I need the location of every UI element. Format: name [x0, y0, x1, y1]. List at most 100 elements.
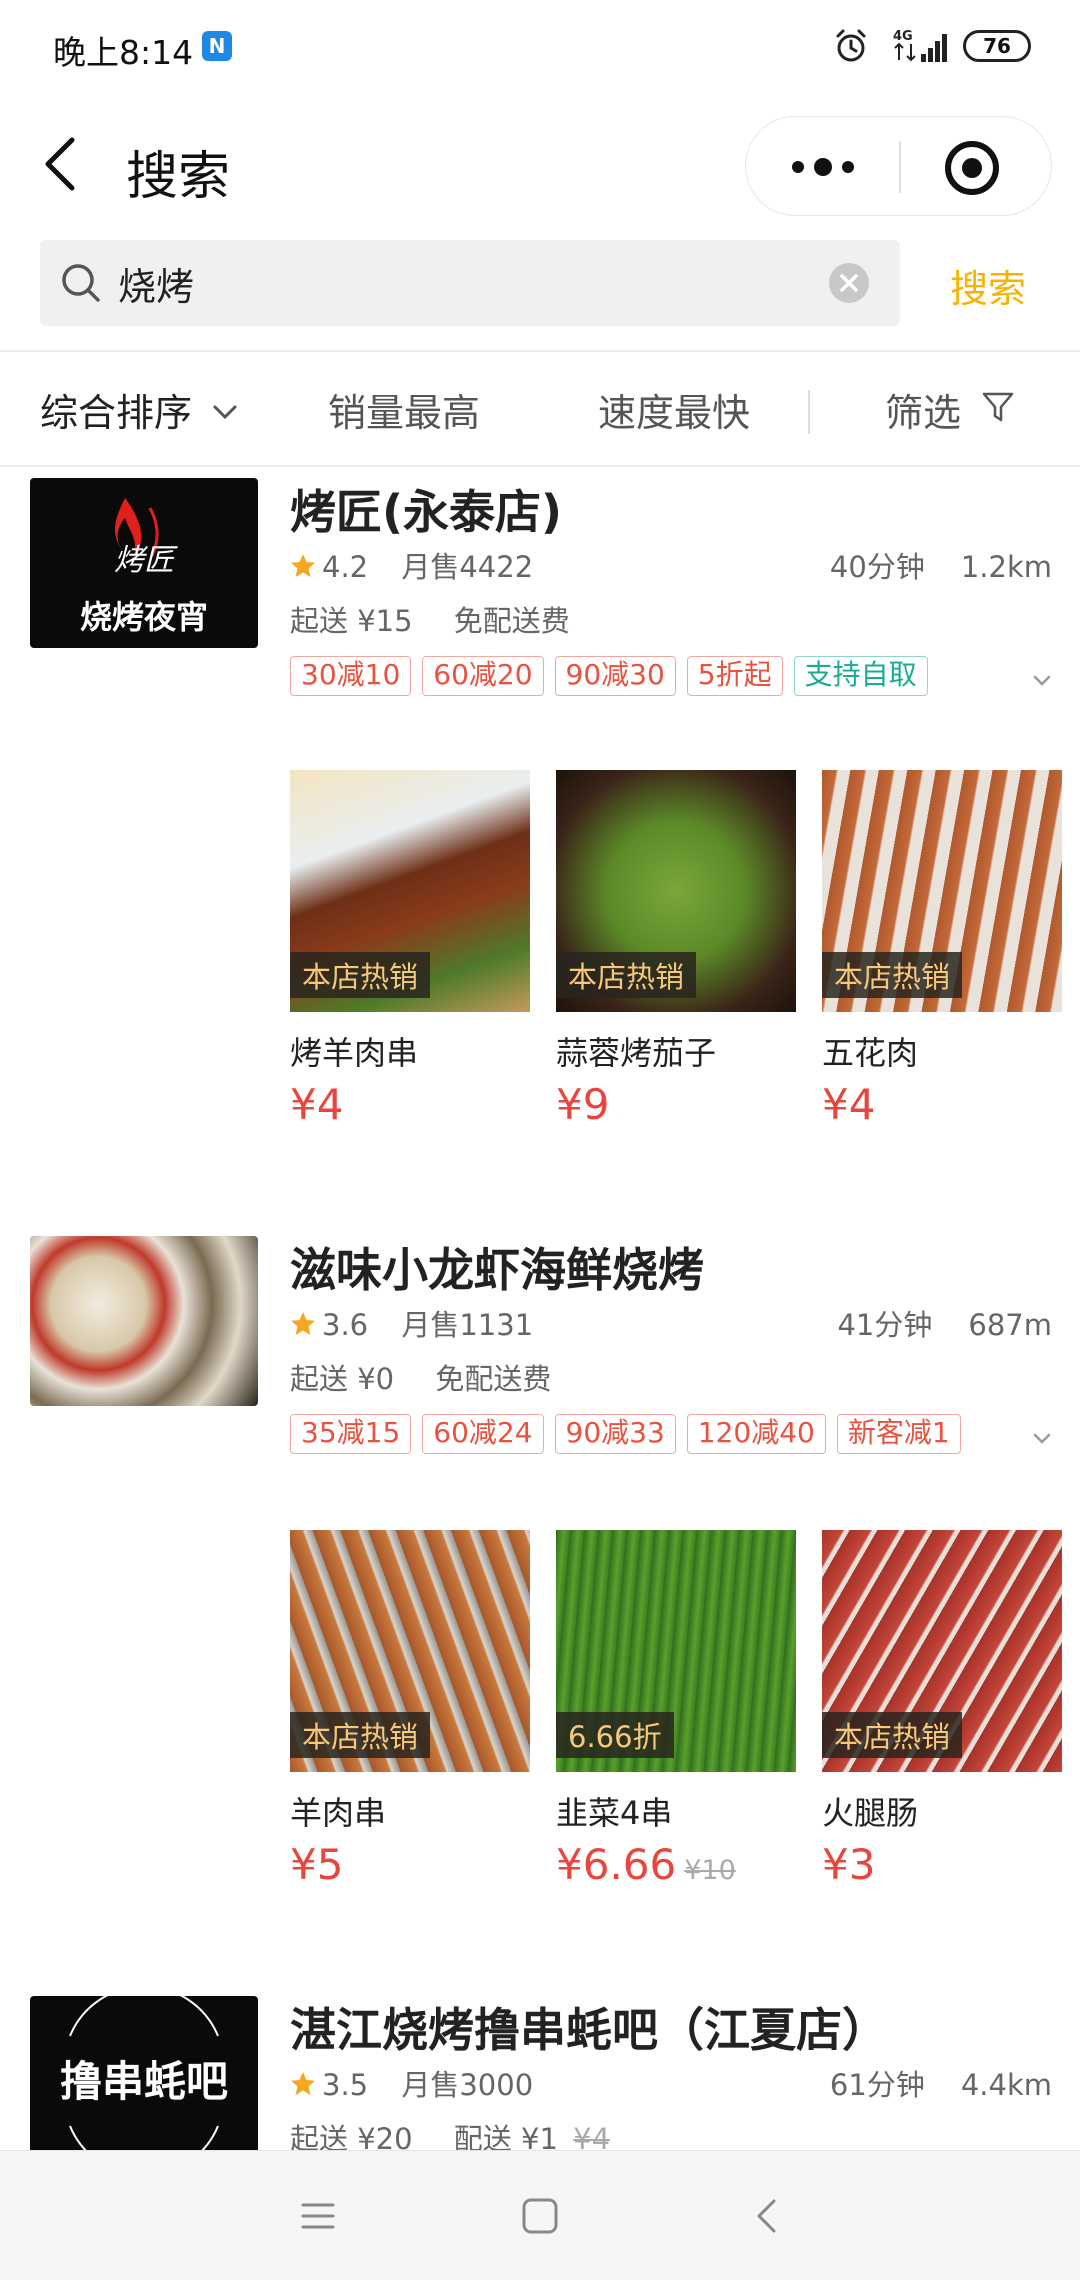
sort-sales[interactable]: 销量最高: [328, 382, 480, 437]
star-icon: [291, 1312, 315, 1335]
dish-price: ¥3: [822, 1840, 876, 1889]
monthly-sales: 月售3000: [401, 2068, 534, 2102]
original-price: ¥10: [684, 1855, 736, 1886]
dish-name: 火腿肠: [822, 1794, 919, 1832]
target-icon: [945, 141, 999, 195]
home-icon[interactable]: [517, 2193, 563, 2239]
store-stats: 3.5 月售3000 61分钟 4.4km: [290, 2062, 1052, 2104]
dish-list: 本店热销 烤羊肉串 ¥4 本店热销 蒜蓉烤茄子 ¥9 本店热销 五花肉 ¥4: [290, 770, 1062, 1140]
store-card[interactable]: 滋味小龙虾海鲜烧烤 3.6 月售1131 41分钟 687m 起送 ¥0 免配送费…: [0, 1230, 1080, 1950]
promo-tag: 90减33: [554, 1414, 676, 1454]
promo-tag: 5折起: [686, 656, 783, 696]
signal-icon: 4G: [893, 29, 947, 62]
status-time: 晚上8:14: [53, 33, 194, 72]
alarm-icon: [836, 29, 866, 62]
promo-tag: 60减24: [422, 1414, 544, 1454]
promo-tag: 35减15: [290, 1414, 412, 1454]
filter-label: 筛选: [885, 391, 962, 435]
hot-badge: 本店热销: [822, 1712, 963, 1758]
store-card[interactable]: 烤匠 烧烤夜宵 烤匠(永泰店) 4.2 月售4422 40分钟 1.2km 起送 …: [0, 470, 1080, 1190]
more-dots-icon: [792, 158, 854, 176]
dish-item[interactable]: 本店热销 蒜蓉烤茄子 ¥9: [556, 770, 796, 1129]
search-input[interactable]: [118, 240, 818, 326]
chevron-down-icon: [213, 405, 237, 420]
header-bar: 搜索: [0, 108, 1080, 220]
pickup-tag: 支持自取: [793, 656, 928, 696]
store-logo: 撸串蚝吧: [30, 1996, 258, 2166]
store-logo: [30, 1236, 258, 1406]
rating: 3.5: [322, 2068, 369, 2102]
dish-list: 本店热销 羊肉串 ¥5 6.66折 韭菜4串 ¥6.66 ¥10 本店热销 火腿肠…: [290, 1530, 1062, 1900]
distance: 4.4km: [960, 2068, 1052, 2102]
promo-tag: 30减10: [290, 656, 412, 696]
menu-icon[interactable]: [295, 2193, 341, 2239]
dish-item[interactable]: 本店热销 羊肉串 ¥5: [290, 1530, 530, 1889]
promo-tags: 35减15 60减24 90减33 120减40 新客减1: [290, 1414, 972, 1458]
store-card[interactable]: 撸串蚝吧 湛江烧烤撸串蚝吧（江夏店） 3.5 月售3000 61分钟 4.4km …: [0, 1990, 1080, 2166]
monthly-sales: 月售1131: [401, 1308, 534, 1342]
delivery-fee: 免配送费: [435, 1362, 552, 1396]
funnel-icon: [982, 392, 1014, 422]
store-name: 滋味小龙虾海鲜烧烤: [290, 1243, 704, 1297]
close-miniprogram-button[interactable]: [901, 117, 1051, 217]
dish-image: 本店热销: [822, 770, 1062, 1012]
dish-image: 本店热销: [290, 770, 530, 1012]
delivery-fee: 免配送费: [453, 604, 570, 638]
miniprogram-capsule: [745, 116, 1052, 216]
clear-icon[interactable]: [828, 262, 870, 304]
more-button[interactable]: [746, 117, 899, 217]
star-icon: [291, 554, 315, 577]
dish-name: 五花肉: [822, 1034, 919, 1072]
delivery-time: 41分钟: [837, 1308, 933, 1342]
rating: 4.2: [322, 550, 369, 584]
battery-indicator: 76: [963, 30, 1031, 62]
hot-badge: 本店热销: [290, 952, 431, 998]
dish-image: 本店热销: [290, 1530, 530, 1772]
rating: 3.6: [322, 1308, 369, 1342]
hot-badge: 本店热销: [822, 952, 963, 998]
store-name: 烤匠(永泰店): [290, 485, 563, 539]
star-icon: [291, 2072, 315, 2095]
dish-price: ¥6.66 ¥10: [556, 1840, 736, 1889]
store-logo-image: 撸串蚝吧: [60, 1996, 228, 2166]
dish-name: 韭菜4串: [556, 1794, 673, 1832]
monthly-sales: 月售4422: [401, 550, 534, 584]
page-title: 搜索: [126, 147, 231, 207]
dish-price: ¥4: [822, 1080, 876, 1129]
sort-speed[interactable]: 速度最快: [598, 382, 750, 437]
logo-text: 烧烤夜宵: [80, 598, 208, 636]
store-stats: 3.6 月售1131 41分钟 687m: [290, 1302, 1052, 1344]
min-order: 起送 ¥15: [290, 604, 413, 638]
dish-image: 6.66折: [556, 1530, 796, 1772]
expand-chevron-icon[interactable]: [1030, 668, 1054, 692]
hot-badge: 本店热销: [556, 952, 697, 998]
expand-chevron-icon[interactable]: [1030, 1426, 1054, 1450]
dish-item[interactable]: 本店热销 火腿肠 ¥3: [822, 1530, 1062, 1889]
dish-item[interactable]: 6.66折 韭菜4串 ¥6.66 ¥10: [556, 1530, 796, 1889]
dish-image: 本店热销: [556, 770, 796, 1012]
back-arrow-icon[interactable]: [36, 132, 86, 196]
current-price: ¥6.66: [556, 1840, 677, 1889]
delivery-time: 61分钟: [829, 2068, 925, 2102]
sort-composite[interactable]: 综合排序: [40, 382, 238, 437]
sort-bar: 综合排序 销量最高 速度最快 筛选: [0, 352, 1080, 466]
promo-tag: 新客减1: [836, 1414, 961, 1454]
search-button[interactable]: 搜索: [950, 258, 1026, 313]
filter-button[interactable]: 筛选: [885, 382, 1015, 437]
dish-name: 羊肉串: [290, 1794, 387, 1832]
divider: [0, 465, 1080, 467]
promo-tag: 90减30: [554, 656, 676, 696]
distance: 687m: [968, 1308, 1052, 1342]
discount-badge: 6.66折: [556, 1712, 674, 1758]
logo-text: 撸串蚝吧: [60, 2057, 228, 2106]
promo-tag: 60减20: [422, 656, 544, 696]
dish-item[interactable]: 本店热销 烤羊肉串 ¥4: [290, 770, 530, 1129]
dish-price: ¥5: [290, 1840, 344, 1889]
notification-app-icon: N: [202, 31, 232, 61]
min-order: 起送 ¥0: [290, 1362, 395, 1396]
sort-divider: [808, 390, 810, 434]
dish-item[interactable]: 本店热销 五花肉 ¥4: [822, 770, 1062, 1129]
search-bar: [40, 240, 900, 326]
promo-tags: 30减10 60减20 90减30 5折起 支持自取: [290, 656, 939, 700]
back-icon[interactable]: [745, 2193, 791, 2239]
